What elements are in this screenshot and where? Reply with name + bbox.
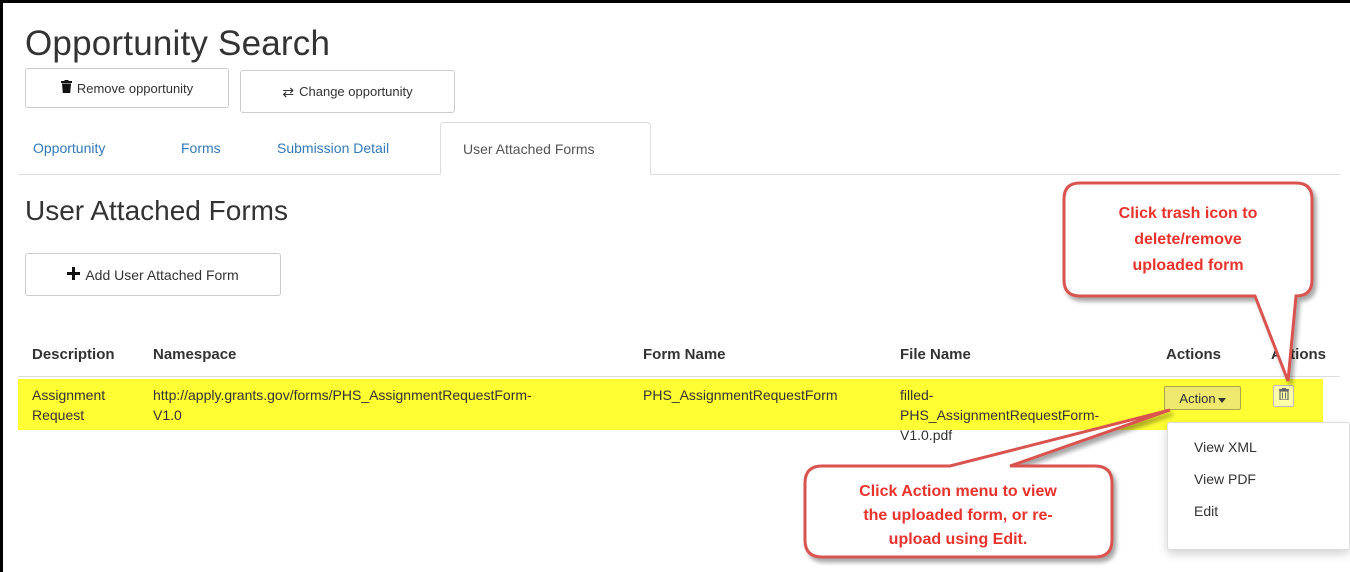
row-namespace: http://apply.grants.gov/forms/PHS_Assign… (153, 385, 532, 425)
remove-opportunity-button[interactable]: Remove opportunity (25, 68, 229, 108)
change-opportunity-button[interactable]: ⇄ Change opportunity (240, 70, 455, 113)
row-file-name-line1: filled- (900, 387, 934, 403)
add-user-attached-form-button[interactable]: Add User Attached Form (25, 253, 281, 296)
trash-callout-line3: uploaded form (1132, 257, 1243, 274)
page-title: Opportunity Search (25, 24, 331, 63)
row-namespace-line2: V1.0 (153, 407, 182, 423)
trash-callout-line1: Click trash icon to (1119, 205, 1258, 222)
action-callout-line3: upload using Edit. (889, 531, 1028, 548)
column-header-form-name: Form Name (643, 346, 726, 363)
trash-callout-line2: delete/remove (1134, 231, 1242, 248)
column-header-namespace: Namespace (153, 346, 237, 363)
column-header-file-name: File Name (900, 346, 971, 363)
tab-user-attached-forms[interactable]: User Attached Forms (440, 122, 651, 175)
row-file-name-line2: PHS_AssignmentRequestForm- (900, 407, 1100, 423)
tab-opportunity[interactable]: Opportunity (18, 122, 120, 174)
action-callout-line2: the uploaded form, or re- (863, 507, 1052, 524)
row-file-name-line3: V1.0.pdf (900, 427, 953, 443)
trash-icon (60, 80, 72, 96)
remove-opportunity-label: Remove opportunity (76, 80, 194, 96)
column-header-actions-2: Actions (1271, 346, 1327, 363)
swap-arrows-icon: ⇄ (282, 83, 295, 100)
image-frame-left (0, 0, 3, 572)
add-user-attached-form-label: Add User Attached Form (85, 266, 239, 283)
trash-icon (1278, 387, 1289, 405)
column-header-actions: Actions (1166, 346, 1222, 363)
row-form-name: PHS_AssignmentRequestForm (643, 387, 838, 403)
action-dropdown-button[interactable]: Action (1164, 386, 1241, 410)
action-dropdown-menu: View XML View PDF Edit (1167, 422, 1350, 550)
tab-bar: Opportunity Forms Submission Detail User… (18, 122, 1340, 175)
image-frame-top (0, 0, 1350, 3)
tab-forms[interactable]: Forms (166, 122, 236, 174)
section-title: User Attached Forms (25, 195, 288, 226)
change-opportunity-label: Change opportunity (299, 84, 413, 99)
row-file-name: filled- PHS_AssignmentRequestForm- V1.0.… (900, 385, 1099, 445)
plus-icon (67, 266, 81, 283)
column-header-description: Description (32, 346, 115, 363)
menu-item-view-pdf[interactable]: View PDF (1194, 471, 1256, 487)
row-description-line1: Assignment (32, 387, 106, 403)
menu-item-view-xml[interactable]: View XML (1194, 439, 1257, 455)
menu-item-edit[interactable]: Edit (1194, 503, 1218, 519)
row-description: Assignment Request (32, 385, 105, 425)
caret-down-icon (1217, 391, 1226, 406)
row-namespace-line1: http://apply.grants.gov/forms/PHS_Assign… (153, 387, 532, 403)
delete-form-button[interactable] (1273, 385, 1294, 407)
tab-submission-detail[interactable]: Submission Detail (262, 122, 404, 174)
row-description-line2: Request (32, 407, 85, 423)
action-dropdown-label: Action (1179, 390, 1216, 406)
table-header-divider (18, 376, 1340, 377)
action-callout-line1: Click Action menu to view (859, 483, 1057, 500)
